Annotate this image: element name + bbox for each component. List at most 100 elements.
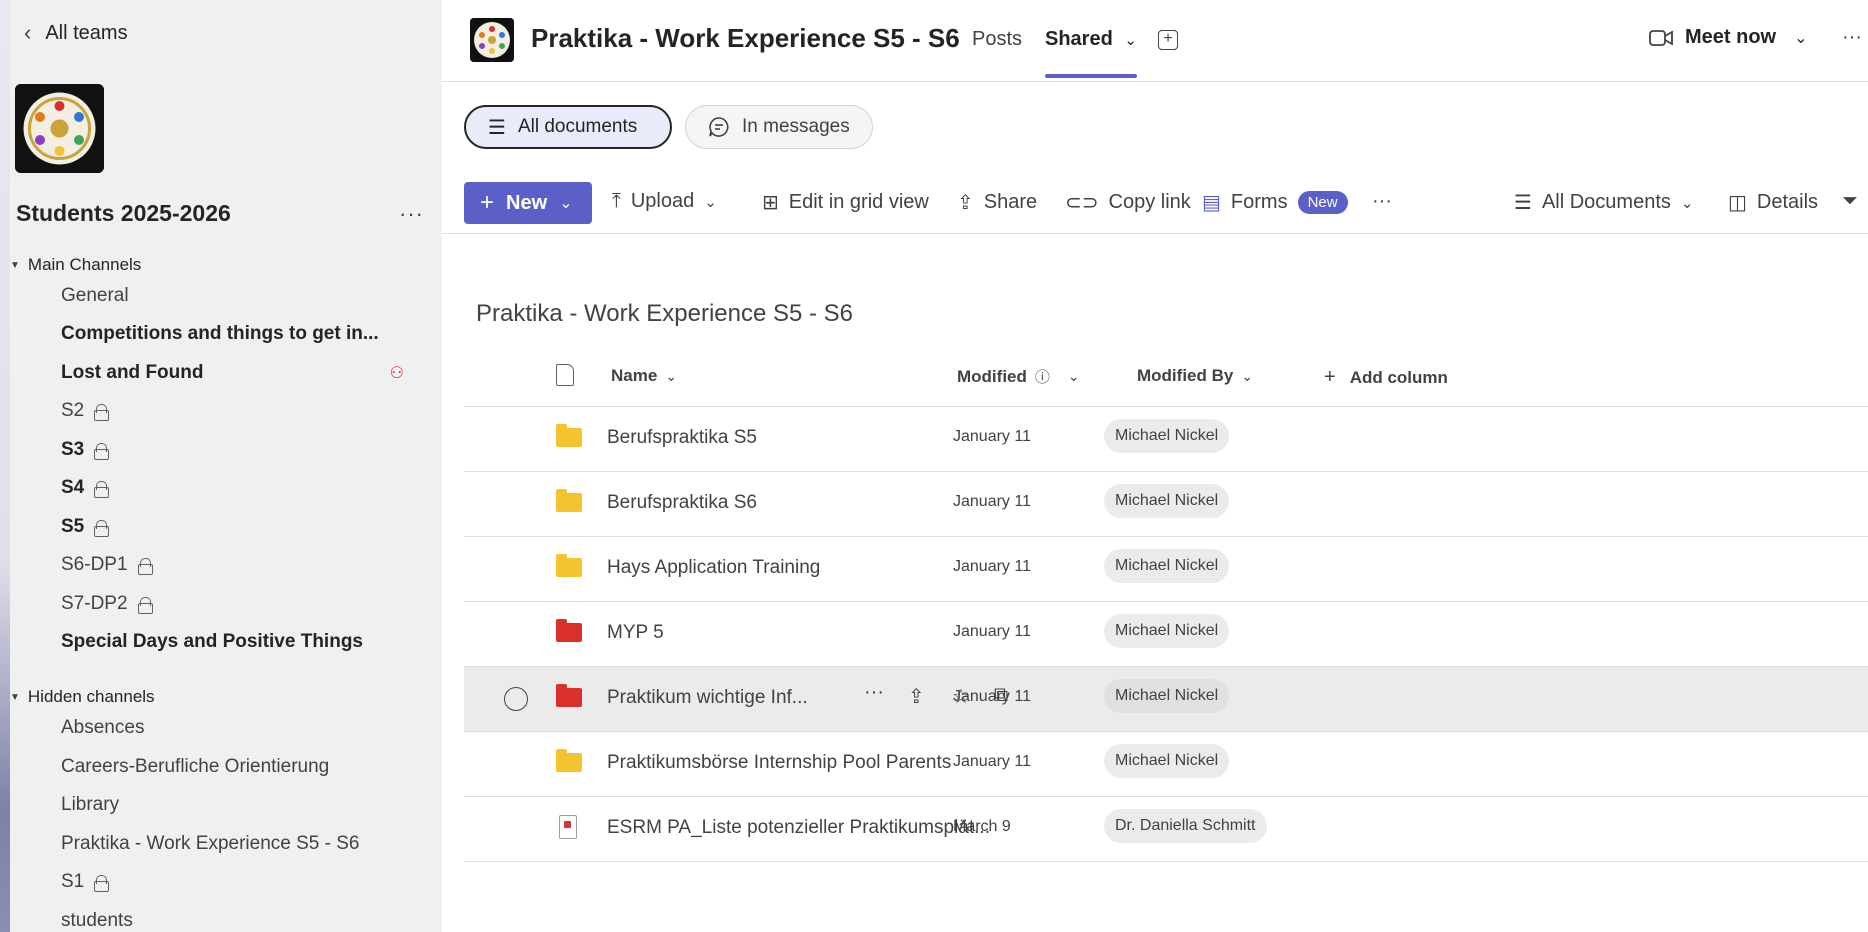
channel-general[interactable]: General (61, 281, 129, 311)
group-hidden-channels[interactable]: ▼ Hidden channels (10, 687, 155, 707)
all-teams-link[interactable]: ‹ All teams (24, 20, 128, 46)
channel-special-days[interactable]: Special Days and Positive Things (61, 627, 363, 657)
table-row[interactable]: Hays Application Training January 11 Mic… (464, 537, 1868, 602)
item-modified: January 11 (953, 428, 1031, 445)
column-label: Modified (957, 366, 1027, 386)
channel-s3[interactable]: S3 (61, 435, 110, 465)
item-modified-by[interactable]: Michael Nickel (1104, 419, 1230, 453)
column-modified-by[interactable]: Modified By ⌄ (1137, 366, 1253, 386)
chevron-down-icon: ⌄ (1680, 194, 1694, 212)
item-name[interactable]: Berufspraktika S5 (607, 427, 757, 449)
channel-label: Praktika - Work Experience S5 - S6 (61, 833, 360, 854)
channel-s1[interactable]: S1 (61, 867, 110, 897)
channel-careers[interactable]: Careers-Berufliche Orientierung (61, 752, 329, 782)
folder-icon (556, 424, 582, 447)
chevron-down-icon: ⌄ (559, 195, 573, 212)
channel-logo (470, 18, 514, 62)
item-name[interactable]: MYP 5 (607, 622, 664, 644)
table-row-hovered[interactable]: Praktikum wichtige Inf... ··· ⇪ ☆ ⧉ Janu… (464, 667, 1868, 732)
upload-button[interactable]: ⤒ Upload ⌄ (612, 190, 717, 213)
item-modified-by[interactable]: Michael Nickel (1104, 484, 1230, 518)
more-commands-button[interactable]: ··· (1372, 190, 1392, 213)
channel-s7-dp2[interactable]: S7-DP2 (61, 589, 153, 619)
table-row[interactable]: Praktikumsbörse Internship Pool Parents … (464, 732, 1868, 797)
table-row[interactable]: Berufspraktika S6 January 11 Michael Nic… (464, 472, 1868, 537)
channel-library[interactable]: Library (61, 790, 119, 820)
channel-s4[interactable]: S4 (61, 473, 110, 503)
video-camera-icon (1649, 29, 1673, 46)
team-name: Students 2025-2026 (16, 200, 231, 226)
item-modified-by[interactable]: Michael Nickel (1104, 549, 1230, 583)
share-icon[interactable]: ⇪ (908, 684, 925, 709)
channel-label: Absences (61, 717, 145, 738)
all-documents-filter[interactable]: ☰ All documents (464, 105, 672, 149)
new-button[interactable]: + New ⌄ (464, 182, 592, 224)
item-modified-by[interactable]: Michael Nickel (1104, 679, 1230, 713)
chevron-down-icon: ⌄ (1241, 367, 1254, 384)
channel-label: Competitions and things to get in... (61, 323, 379, 344)
chevron-left-icon: ‹ (24, 20, 32, 45)
file-type-icon[interactable] (556, 364, 574, 386)
channel-label: S3 (61, 439, 85, 460)
share-button[interactable]: ⇪ Share (957, 190, 1037, 215)
row-more-button[interactable]: ··· (864, 681, 884, 704)
group-main-channels[interactable]: ▼ Main Channels (10, 255, 141, 275)
channel-praktika[interactable]: Praktika - Work Experience S5 - S6 (61, 829, 359, 859)
filter-button[interactable]: ⏷ (1842, 190, 1858, 213)
share-icon: ⇪ (957, 192, 974, 214)
table-row[interactable]: ESRM PA_Liste potenzieller Praktikumsplä… (464, 797, 1868, 862)
item-name[interactable]: ESRM PA_Liste potenzieller Praktikumsplä… (607, 817, 990, 839)
folder-icon (556, 749, 582, 772)
table-row[interactable]: Berufspraktika S5 January 11 Michael Nic… (464, 407, 1868, 472)
table-row[interactable]: MYP 5 January 11 Michael Nickel (464, 602, 1868, 667)
chevron-down-icon: ⌄ (1794, 29, 1808, 47)
channel-s5[interactable]: S5 (61, 512, 110, 542)
chevron-down-icon: ⌄ (1124, 32, 1137, 49)
plus-icon: + (480, 189, 495, 216)
plus-icon: + (1163, 30, 1173, 47)
channel-lost-and-found[interactable]: Lost and Found (61, 358, 203, 388)
tab-shared[interactable]: Shared ⌄ (1045, 28, 1137, 51)
forms-button[interactable]: ▤ Forms New (1202, 190, 1348, 215)
channel-label: Careers-Berufliche Orientierung (61, 756, 330, 777)
meet-now-button[interactable]: Meet now ⌄ (1649, 26, 1808, 49)
main-content: Praktika - Work Experience S5 - S6 Posts… (442, 0, 1868, 932)
channel-students[interactable]: students (61, 906, 133, 932)
team-more-options-button[interactable]: ··· (399, 201, 424, 227)
view-selector[interactable]: ☰ All Documents ⌄ (1514, 190, 1693, 215)
row-select-radio[interactable] (504, 687, 528, 711)
item-modified-by[interactable]: Michael Nickel (1104, 614, 1230, 648)
tab-posts[interactable]: Posts (972, 28, 1022, 51)
item-name[interactable]: Hays Application Training (607, 557, 820, 579)
lock-icon (137, 596, 153, 614)
edit-grid-view-button[interactable]: ⊞ Edit in grid view (762, 190, 929, 215)
command-bar: + New ⌄ ⤒ Upload ⌄ ⊞ Edit in grid view ⇪… (442, 180, 1868, 234)
group-label: Hidden channels (27, 687, 155, 706)
channel-s6-dp1[interactable]: S6-DP1 (61, 550, 153, 580)
channel-s2[interactable]: S2 (61, 396, 110, 426)
item-modified-by[interactable]: Dr. Daniella Schmitt (1104, 809, 1267, 843)
column-name[interactable]: Name ⌄ (611, 366, 677, 386)
grid-icon: ⊞ (762, 192, 779, 214)
details-button[interactable]: ◫ Details (1728, 190, 1818, 215)
item-name[interactable]: Praktikum wichtige Inf... (607, 687, 808, 709)
add-tab-button[interactable]: + (1158, 30, 1178, 50)
forms-icon: ▤ (1202, 192, 1221, 214)
channel-label: S2 (61, 400, 85, 421)
channel-absences[interactable]: Absences (61, 713, 144, 743)
item-modified-by[interactable]: Michael Nickel (1104, 744, 1230, 778)
share-label: Share (983, 191, 1038, 213)
more-options-button[interactable]: ··· (1842, 26, 1862, 49)
column-modified[interactable]: Modified ⓘ ⌄ (957, 366, 1080, 387)
copy-link-button[interactable]: ⊂⊃ Copy link (1065, 190, 1191, 215)
add-column-button[interactable]: + Add column (1324, 366, 1448, 389)
channel-competitions[interactable]: Competitions and things to get in... (61, 319, 379, 349)
list-header: Name ⌄ Modified ⓘ ⌄ Modified By ⌄ + Add … (464, 352, 1868, 407)
item-modified: March 9 (953, 818, 1011, 835)
item-name[interactable]: Praktikumsbörse Internship Pool Parents (607, 752, 951, 774)
add-column-label: Add column (1349, 367, 1448, 387)
chevron-down-icon: ⌄ (704, 193, 717, 211)
new-label: New (506, 191, 548, 214)
item-name[interactable]: Berufspraktika S6 (607, 492, 757, 514)
in-messages-filter[interactable]: In messages (685, 105, 873, 149)
